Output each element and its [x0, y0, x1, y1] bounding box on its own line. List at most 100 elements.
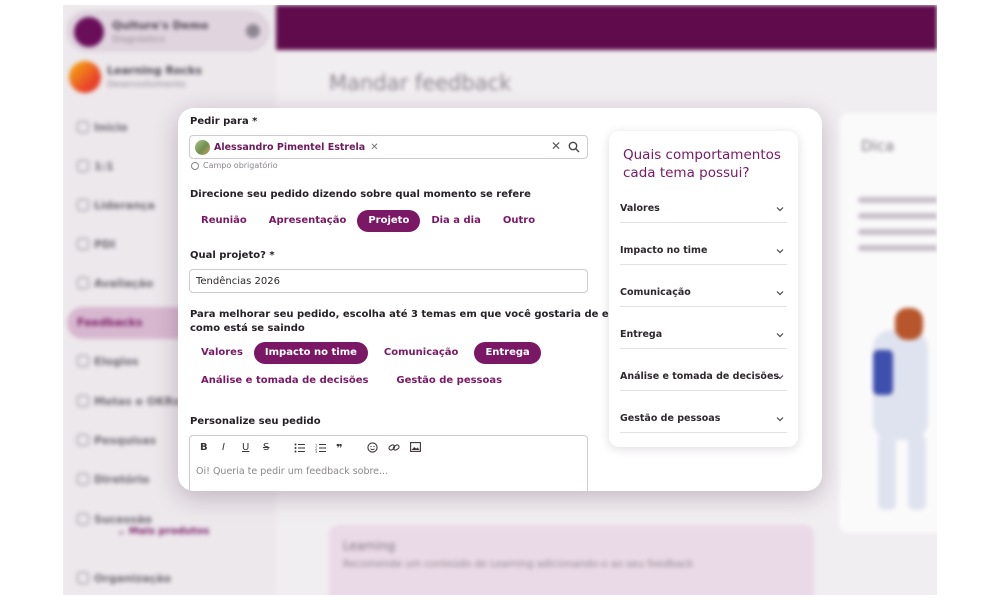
sidebar-item-one-on-one[interactable]: 1:1: [77, 160, 114, 173]
workspace-switcher[interactable]: Qulture's Demo Diagnóstico: [67, 11, 269, 51]
theme-option-gestao-de-pessoas[interactable]: Gestão de pessoas: [385, 370, 513, 392]
accordion-entrega[interactable]: Entrega: [620, 327, 787, 349]
required-hint: Campo obrigatório: [191, 161, 278, 170]
project-label: Qual projeto? *: [190, 250, 275, 261]
sidebar-item-sucessao[interactable]: Sucessão: [77, 513, 152, 526]
sidebar-item-elogios[interactable]: Elogios: [77, 355, 139, 368]
theme-options-row1: Valores Impacto no time Comunicação Entr…: [190, 342, 541, 364]
recipient-field[interactable]: Alessandro Pimentel Estrela ✕ ✕: [189, 135, 588, 159]
sidebar-item-label: Sucessão: [94, 513, 152, 526]
project-input[interactable]: Tendências 2026: [189, 269, 588, 293]
numbered-list-icon[interactable]: 1 2 3: [315, 443, 326, 453]
screen: Qulture's Demo Diagnóstico Learning Rock…: [0, 0, 1000, 600]
themes-label-line1: Para melhorar seu pedido, escolha até 3 …: [190, 309, 654, 320]
workspace-name: Qulture's Demo: [112, 19, 209, 32]
tip-title: Dica: [861, 137, 895, 155]
more-products-link[interactable]: ⌄ Mais produtos: [117, 526, 209, 537]
moment-option-projeto[interactable]: Projeto: [357, 210, 421, 232]
recipient-chip: Alessandro Pimentel Estrela ✕: [195, 139, 379, 155]
clear-icon[interactable]: ✕: [551, 139, 561, 153]
quote-icon[interactable]: ❞: [336, 442, 342, 455]
theme-option-impacto-no-time[interactable]: Impacto no time: [253, 342, 368, 364]
emoji-icon[interactable]: [367, 442, 378, 453]
flag-icon: [77, 238, 89, 250]
accordion-comunicacao[interactable]: Comunicação: [620, 285, 787, 307]
org-icon: [77, 572, 89, 584]
star-icon: [77, 355, 89, 367]
moment-option-apresentacao[interactable]: Apresentação: [258, 210, 358, 232]
astronaut-head: [895, 308, 923, 340]
moment-option-outro[interactable]: Outro: [492, 210, 546, 232]
people-icon: [77, 199, 89, 211]
editor-placeholder: Oi! Queria te pedir um feedback sobre...: [196, 466, 389, 477]
remove-recipient-icon[interactable]: ✕: [370, 142, 378, 153]
org-subtitle: Desenvolvimento: [107, 80, 186, 90]
chevron-down-icon: [776, 291, 784, 296]
theme-option-comunicacao[interactable]: Comunicação: [373, 342, 470, 364]
info-icon: [191, 161, 199, 170]
survey-icon: [77, 434, 89, 446]
image-icon[interactable]: [410, 442, 421, 452]
behaviors-card: Quais comportamentos cada tema possui? V…: [609, 131, 798, 447]
sidebar-item-lideranca[interactable]: Liderança: [77, 199, 155, 212]
link-icon[interactable]: [388, 442, 400, 453]
accordion-valores[interactable]: Valores: [620, 201, 787, 223]
top-bar: [276, 5, 937, 50]
accordion-analise[interactable]: Análise e tomada de decisões: [620, 369, 787, 391]
avatar: [195, 139, 210, 155]
sidebar-item-metas[interactable]: Metas e OKRs: [77, 395, 180, 408]
tip-text-line: [858, 197, 937, 203]
tip-text-line: [858, 213, 937, 219]
target-icon: [77, 395, 89, 407]
behaviors-title: Quais comportamentos cada tema possui?: [623, 147, 781, 181]
moment-options: Reunião Apresentação Projeto Dia a dia O…: [190, 210, 546, 232]
chevron-down-icon: [776, 333, 784, 338]
chart-icon: [77, 277, 89, 289]
sidebar-item-diretorio[interactable]: Diretório: [77, 473, 149, 486]
sidebar-item-label: 1:1: [94, 160, 114, 173]
sidebar-item-label-active: Feedbacks: [77, 316, 143, 329]
sidebar-item-label: Liderança: [94, 199, 155, 212]
bullet-list-icon[interactable]: [294, 443, 305, 453]
accordion-gestao-de-pessoas[interactable]: Gestão de pessoas: [620, 411, 787, 433]
required-hint-text: Campo obrigatório: [203, 161, 278, 170]
bold-button[interactable]: B: [200, 442, 208, 453]
sidebar-item-pdi[interactable]: PDI: [77, 238, 115, 251]
accordion-impacto-no-time[interactable]: Impacto no time: [620, 243, 787, 265]
underline-button[interactable]: U: [242, 442, 249, 453]
personalize-label: Personalize seu pedido: [190, 416, 321, 427]
recipient-name: Alessandro Pimentel Estrela: [214, 141, 366, 153]
astronaut-leg: [878, 435, 896, 510]
sidebar-item-label: Elogios: [94, 355, 139, 368]
learning-title: Learning: [343, 539, 396, 553]
theme-option-valores[interactable]: Valores: [190, 342, 254, 364]
theme-option-entrega[interactable]: Entrega: [474, 342, 541, 364]
theme-option-analise[interactable]: Análise e tomada de decisões: [190, 370, 379, 392]
ask-for-label: Pedir para *: [190, 116, 258, 127]
moment-option-reuniao[interactable]: Reunião: [190, 210, 258, 232]
search-icon[interactable]: [568, 141, 580, 153]
sidebar-item-pesquisas[interactable]: Pesquisas: [77, 434, 156, 447]
sidebar-item-label: Diretório: [94, 473, 150, 486]
italic-button[interactable]: I: [222, 442, 225, 453]
sidebar-item-label: Avaliação: [94, 277, 154, 290]
strikethrough-button[interactable]: S: [263, 442, 269, 453]
sidebar-item-label: Início: [94, 121, 128, 134]
accordion-label: Valores: [620, 203, 660, 214]
workspace-logo: [74, 17, 104, 47]
more-products-label: Mais produtos: [128, 526, 210, 537]
sidebar-item-organizacao[interactable]: Organização: [77, 572, 171, 585]
succession-icon: [77, 513, 89, 525]
gear-icon[interactable]: [246, 24, 260, 38]
org-name: Learning Rocks: [107, 64, 202, 77]
project-input-value: Tendências 2026: [196, 276, 280, 287]
sidebar-item-inicio[interactable]: Início: [77, 121, 128, 134]
sidebar-item-avaliacao[interactable]: Avaliação: [77, 277, 153, 290]
feedback-request-modal: Pedir para * Alessandro Pimentel Estrela…: [178, 108, 822, 491]
chevron-down-icon: [776, 417, 784, 422]
moment-option-dia-a-dia[interactable]: Dia a dia: [420, 210, 492, 232]
chevron-down-icon: [776, 249, 784, 254]
tip-text-line: [858, 245, 937, 251]
theme-options-row2: Análise e tomada de decisões Gestão de p…: [190, 370, 513, 392]
message-editor[interactable]: B I U S 1 2 3 ❞ Oi! Queria te pedir um f…: [189, 435, 588, 491]
